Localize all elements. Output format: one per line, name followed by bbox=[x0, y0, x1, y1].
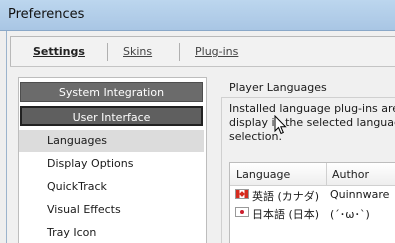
nav-item-languages[interactable]: Languages bbox=[19, 130, 204, 152]
language-cell: 英語 (カナダ) bbox=[252, 190, 320, 203]
tab-plug-ins[interactable]: Plug-ins bbox=[195, 45, 238, 58]
author-cell: Quinnware bbox=[330, 188, 390, 201]
player-languages-heading: Player Languages bbox=[229, 81, 327, 94]
nav-group-user-interface[interactable]: User Interface bbox=[20, 106, 203, 126]
preferences-window: Preferences Settings Skins Plug-ins Syst… bbox=[0, 0, 395, 243]
tab-separator bbox=[107, 43, 108, 61]
column-header-author[interactable]: Author bbox=[332, 168, 369, 181]
tab-divider bbox=[10, 66, 395, 67]
table-header: Language Author bbox=[230, 163, 395, 186]
canada-flag-icon bbox=[235, 189, 249, 199]
tab-bar: Settings Skins Plug-ins bbox=[10, 36, 395, 67]
japan-flag-icon bbox=[235, 207, 249, 217]
table-row[interactable]: 日本語 (日本) (´･ω･`) bbox=[230, 204, 395, 222]
tab-settings[interactable]: Settings bbox=[33, 45, 85, 58]
nav-item-tray-icon[interactable]: Tray Icon bbox=[19, 222, 204, 243]
language-cell: 日本語 (日本) bbox=[252, 208, 320, 221]
title-bar[interactable]: Preferences bbox=[0, 0, 395, 31]
window-title: Preferences bbox=[8, 7, 85, 22]
tab-separator bbox=[179, 43, 180, 61]
column-separator[interactable] bbox=[326, 163, 327, 185]
settings-nav-list: System Integration User Interface Langua… bbox=[18, 77, 207, 243]
table-row[interactable]: 英語 (カナダ) Quinnware bbox=[230, 186, 395, 204]
nav-item-quicktrack[interactable]: QuickTrack bbox=[19, 176, 204, 198]
column-header-language[interactable]: Language bbox=[236, 168, 290, 181]
description-line: Installed language plug-ins are liste bbox=[229, 102, 395, 115]
description-line: display in the selected language, h bbox=[229, 116, 395, 129]
languages-table: Language Author 英語 (カナダ) Quinnware 日本語 (… bbox=[229, 162, 395, 243]
nav-group-system-integration[interactable]: System Integration bbox=[20, 82, 203, 102]
nav-item-display-options[interactable]: Display Options bbox=[19, 153, 204, 175]
mouse-cursor-icon bbox=[274, 115, 287, 135]
author-cell: (´･ω･`) bbox=[330, 208, 370, 221]
nav-item-visual-effects[interactable]: Visual Effects bbox=[19, 199, 204, 221]
tab-skins[interactable]: Skins bbox=[123, 45, 152, 58]
